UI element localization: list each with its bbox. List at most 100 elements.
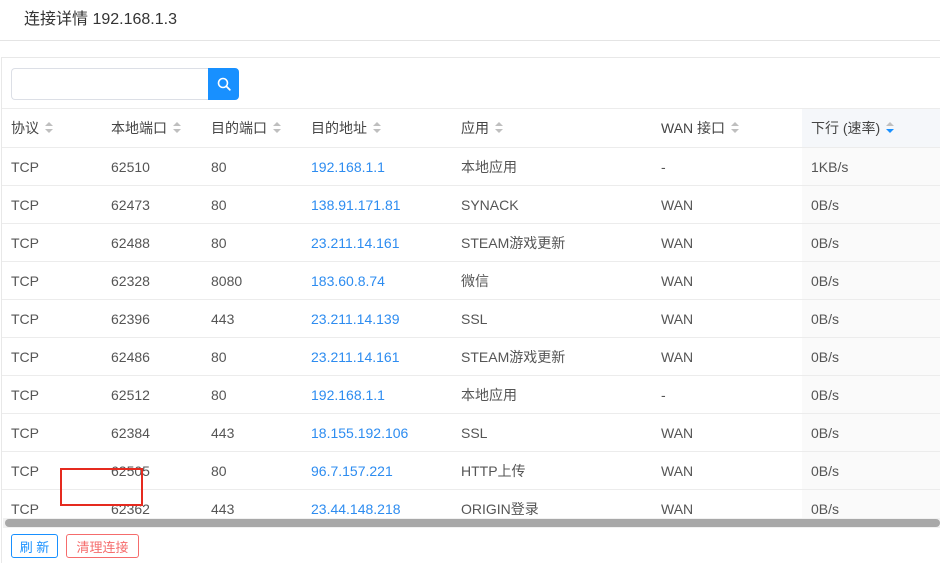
sort-icon[interactable] <box>495 122 503 134</box>
cell-dport: 80 <box>202 337 302 376</box>
search-input[interactable] <box>11 68 208 100</box>
cell-app: ORIGIN登录 <box>452 489 652 518</box>
cell-daddr[interactable]: 23.211.14.161 <box>302 223 452 262</box>
column-header-label: 目的地址 <box>311 120 367 136</box>
cell-down: 0B/s <box>802 299 940 338</box>
table-body: TCP 62510 80 192.168.1.1 本地应用 -1KB/s TCP 62473 8… <box>2 147 940 518</box>
cell-proto: TCP <box>2 337 102 376</box>
table-row: TCP 62488 80 23.211.14.161 STEAM游戏更新 WAN 0B/s <box>2 223 940 262</box>
cell-wan: WAN <box>652 413 802 452</box>
cell-app: 本地应用 <box>452 375 652 414</box>
column-header[interactable]: 目的地址 <box>302 108 452 148</box>
page-title: 连接详情 192.168.1.3 <box>24 11 177 28</box>
cell-wan: WAN <box>652 185 802 224</box>
column-header-label: WAN 接口 <box>661 120 726 136</box>
column-header[interactable]: 本地端口 <box>102 108 202 148</box>
column-header[interactable]: 协议 <box>2 108 102 148</box>
cell-proto: TCP <box>2 261 102 300</box>
sort-icon[interactable] <box>273 122 281 134</box>
footer-toolbar: 刷 新 清理连接 <box>2 529 940 563</box>
cell-down: 1KB/s <box>802 147 940 186</box>
column-header-label: 本地端口 <box>111 120 167 136</box>
search-button[interactable] <box>208 68 239 100</box>
cell-app: STEAM游戏更新 <box>452 223 652 262</box>
title-bar: 连接详情 192.168.1.3 <box>0 0 940 41</box>
cell-daddr[interactable]: 23.44.148.218 <box>302 489 452 518</box>
cell-lport: 62486 <box>102 337 202 376</box>
cell-proto: TCP <box>2 223 102 262</box>
cell-app: HTTP上传 <box>452 451 652 490</box>
sort-icon[interactable] <box>45 122 53 134</box>
cell-app: 本地应用 <box>452 147 652 186</box>
cell-lport: 62396 <box>102 299 202 338</box>
sort-icon[interactable] <box>173 122 181 134</box>
cell-dport: 80 <box>202 223 302 262</box>
cell-dport: 80 <box>202 451 302 490</box>
cell-proto: TCP <box>2 299 102 338</box>
cell-daddr[interactable]: 192.168.1.1 <box>302 147 452 186</box>
cell-dport: 80 <box>202 147 302 186</box>
cell-daddr[interactable]: 96.7.157.221 <box>302 451 452 490</box>
refresh-button[interactable]: 刷 新 <box>11 534 58 558</box>
cell-down: 0B/s <box>802 261 940 300</box>
cell-app: SYNACK <box>452 185 652 224</box>
cell-dport: 443 <box>202 413 302 452</box>
highlight-box <box>60 468 143 506</box>
column-header-label: 协议 <box>11 120 39 136</box>
cell-dport: 443 <box>202 489 302 518</box>
cell-dport: 80 <box>202 375 302 414</box>
cell-dport: 80 <box>202 185 302 224</box>
cell-lport: 62488 <box>102 223 202 262</box>
cell-daddr[interactable]: 138.91.171.81 <box>302 185 452 224</box>
table-row: TCP 62328 8080 183.60.8.74 微信 WAN 0B/s <box>2 261 940 300</box>
search-bar <box>11 68 239 100</box>
cell-proto: TCP <box>2 147 102 186</box>
cell-wan: WAN <box>652 489 802 518</box>
cell-proto: TCP <box>2 185 102 224</box>
cell-wan: WAN <box>652 223 802 262</box>
cell-down: 0B/s <box>802 185 940 224</box>
cell-lport: 62512 <box>102 375 202 414</box>
table-header-row: 协议 本地端口 目的端口 目的地址 应用 WAN 接口 下行 (速率) <box>2 108 940 148</box>
table-row: TCP 62486 80 23.211.14.161 STEAM游戏更新 WAN 0B/s <box>2 337 940 376</box>
column-header-label: 应用 <box>461 120 489 136</box>
cell-down: 0B/s <box>802 451 940 490</box>
cell-daddr[interactable]: 23.211.14.161 <box>302 337 452 376</box>
clear-connections-button[interactable]: 清理连接 <box>66 534 139 558</box>
table-row: TCP 62473 80 138.91.171.81 SYNACK WAN 0B/s <box>2 185 940 224</box>
table-row: TCP 62510 80 192.168.1.1 本地应用 -1KB/s <box>2 147 940 186</box>
cell-daddr[interactable]: 183.60.8.74 <box>302 261 452 300</box>
scrollbar-thumb[interactable] <box>5 519 940 527</box>
cell-wan: WAN <box>652 337 802 376</box>
column-header[interactable]: WAN 接口 <box>652 108 802 148</box>
cell-wan: WAN <box>652 261 802 300</box>
sort-icon[interactable] <box>731 122 740 134</box>
table-row: TCP 62512 80 192.168.1.1 本地应用 -0B/s <box>2 375 940 414</box>
horizontal-scrollbar[interactable] <box>3 518 940 528</box>
cell-app: SSL <box>452 413 652 452</box>
cell-daddr[interactable]: 192.168.1.1 <box>302 375 452 414</box>
cell-down: 0B/s <box>802 223 940 262</box>
cell-daddr[interactable]: 23.211.14.139 <box>302 299 452 338</box>
cell-down: 0B/s <box>802 375 940 414</box>
column-header[interactable]: 目的端口 <box>202 108 302 148</box>
connections-table-wrapper: 协议 本地端口 目的端口 目的地址 应用 WAN 接口 下行 (速率) TCP 62510 80… <box>2 108 940 518</box>
cell-wan: - <box>652 147 802 186</box>
cell-wan: WAN <box>652 451 802 490</box>
cell-app: SSL <box>452 299 652 338</box>
sort-icon[interactable] <box>373 122 381 134</box>
cell-down: 0B/s <box>802 489 940 518</box>
sort-desc-icon[interactable] <box>886 122 895 134</box>
cell-app: STEAM游戏更新 <box>452 337 652 376</box>
table-row: TCP 62396 443 23.211.14.139 SSL WAN 0B/s <box>2 299 940 338</box>
cell-lport: 62510 <box>102 147 202 186</box>
table-row: TCP 62384 443 18.155.192.106 SSL WAN 0B/s <box>2 413 940 452</box>
column-header-label: 目的端口 <box>211 120 267 136</box>
cell-daddr[interactable]: 18.155.192.106 <box>302 413 452 452</box>
cell-wan: - <box>652 375 802 414</box>
cell-lport: 62328 <box>102 261 202 300</box>
column-header[interactable]: 应用 <box>452 108 652 148</box>
cell-down: 0B/s <box>802 413 940 452</box>
column-header[interactable]: 下行 (速率) <box>802 108 940 148</box>
cell-proto: TCP <box>2 413 102 452</box>
